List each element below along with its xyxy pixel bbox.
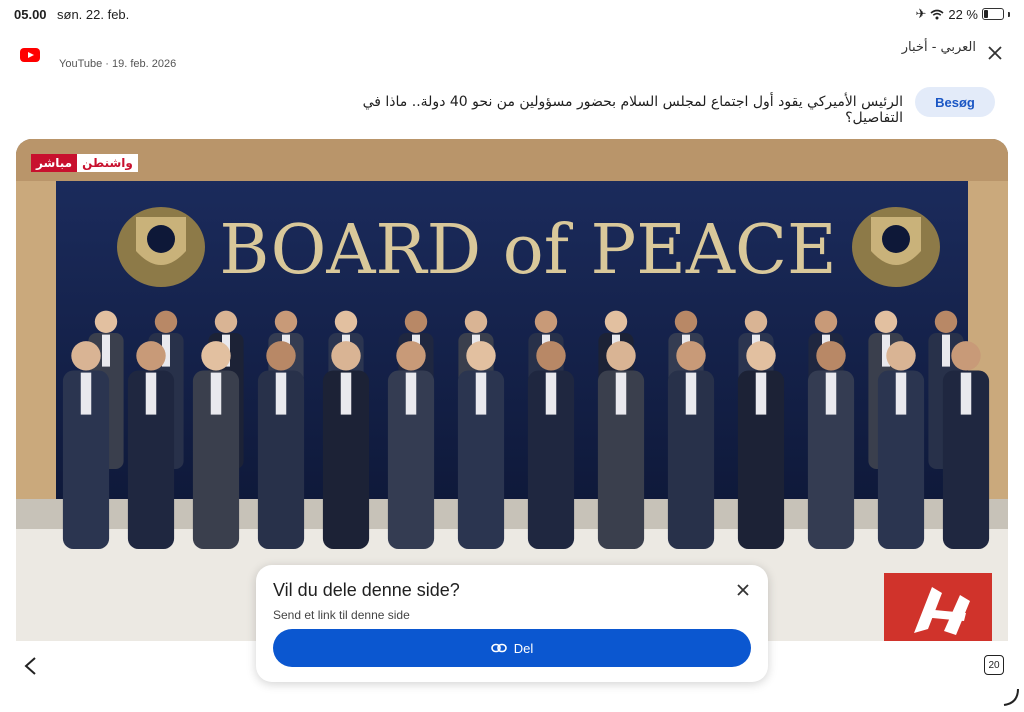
person-head [886, 341, 916, 371]
back-arrow-icon[interactable] [20, 655, 42, 677]
person-shirt [755, 372, 767, 415]
person-shirt [405, 372, 417, 415]
person-head [874, 310, 898, 333]
share-sheet-subtitle: Send et link til denne side [273, 608, 410, 622]
person-head [746, 341, 776, 371]
channel-name: العربي - أخبار [901, 40, 976, 55]
person-shirt [340, 372, 352, 415]
person-shirt [960, 372, 972, 415]
person-head [214, 310, 238, 333]
live-badge-location: واشنطن [77, 154, 138, 172]
person-shirt [825, 372, 837, 415]
status-date: søn. 22. feb. [57, 7, 130, 22]
battery-percent: 22 % [948, 6, 978, 22]
person-head [464, 310, 488, 333]
person-head [331, 341, 361, 371]
person-head [94, 310, 118, 333]
person-shirt [685, 372, 697, 415]
share-button-label: Del [513, 640, 534, 656]
person-shirt [210, 372, 222, 415]
battery-icon [982, 8, 1004, 20]
person-shirt [145, 372, 157, 415]
status-indicators: ✈ 22 % [915, 6, 1010, 22]
share-button[interactable]: Del [273, 629, 751, 667]
right-emblem [852, 207, 940, 287]
person-head [334, 310, 358, 333]
visit-button[interactable]: Besøg [915, 87, 995, 117]
person-shirt [80, 372, 92, 415]
person-head [814, 310, 838, 333]
person-head [396, 341, 426, 371]
person-head [136, 341, 166, 371]
loading-spinner-icon [1003, 688, 1019, 706]
person-head [951, 341, 981, 371]
battery-tip [1008, 11, 1010, 17]
person-shirt [615, 372, 627, 415]
person-head [404, 310, 428, 333]
person-shirt [545, 372, 557, 415]
person-head [534, 310, 558, 333]
live-badge-red: مباشر [31, 154, 78, 172]
youtube-icon [20, 48, 40, 62]
person-head [154, 310, 178, 333]
person-shirt [102, 334, 110, 367]
person-head [934, 310, 958, 333]
status-bar: 05.00 søn. 22. feb. ✈ 22 % [0, 0, 1024, 28]
left-emblem [117, 207, 205, 287]
source-line: YouTube · 19. feb. 2026 [59, 58, 177, 70]
close-icon[interactable] [734, 581, 752, 599]
person-shirt [275, 372, 287, 415]
person-head [266, 341, 296, 371]
person-head [536, 341, 566, 371]
wifi-icon [930, 9, 944, 19]
person-head [274, 310, 298, 333]
person-head [606, 341, 636, 371]
banner-text: BOARD of PEACE [219, 211, 836, 290]
close-icon[interactable] [986, 44, 1004, 62]
person-head [604, 310, 628, 333]
airplane-icon: ✈ [915, 6, 927, 21]
tab-switcher-button[interactable]: 20 [984, 655, 1004, 675]
person-shirt [895, 372, 907, 415]
person-head [466, 341, 496, 371]
person-head [676, 341, 706, 371]
person-head [674, 310, 698, 333]
share-sheet-title: Vil du dele denne side? [273, 580, 460, 600]
person-shirt [942, 334, 950, 367]
person-head [744, 310, 768, 333]
person-shirt [475, 372, 487, 415]
channel-watermark-logo [884, 573, 992, 641]
link-icon [490, 643, 507, 653]
share-sheet: Vil du dele denne side? Send et link til… [256, 565, 768, 682]
status-time: 05.00 [14, 7, 47, 22]
person-head [816, 341, 846, 371]
article-headline: الرئيس الأميركي يقود أول اجتماع لمجلس ال… [362, 94, 903, 126]
live-badge: مباشر واشنطن [31, 154, 138, 172]
person-head [71, 341, 101, 371]
person-head [201, 341, 231, 371]
